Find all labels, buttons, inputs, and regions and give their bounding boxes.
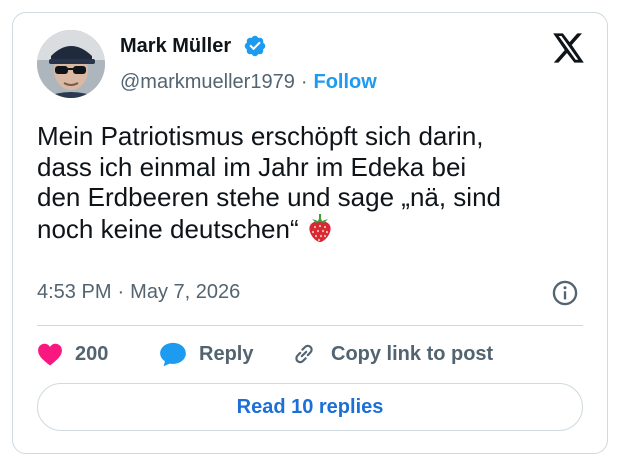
info-icon[interactable]	[551, 279, 579, 307]
avatar-image	[37, 30, 105, 98]
copy-link-label: Copy link to post	[331, 342, 494, 365]
reply-label: Reply	[199, 342, 254, 365]
divider	[37, 325, 583, 326]
reply-bubble-icon	[160, 342, 186, 367]
post-text-line: dass ich einmal im Jahr im Edeka bei	[37, 151, 467, 182]
copy-link-button[interactable]: Copy link to post	[289, 339, 493, 369]
post-text-line: noch keine deutschen“	[37, 213, 299, 244]
post-text-line: Mein Patriotismus erschöpft sich darin,	[37, 121, 484, 151]
avatar[interactable]	[37, 30, 105, 98]
strawberry-emoji-icon	[309, 213, 331, 242]
read-replies-button[interactable]: Read 10 replies	[37, 383, 583, 431]
post-date: May 7, 2026	[130, 281, 241, 303]
post-card: Mark Müller @markmueller1979 · Follow Mein…	[12, 12, 608, 454]
handle-row: @markmueller1979 · Follow	[120, 71, 377, 94]
heart-icon	[38, 343, 62, 366]
link-icon	[295, 344, 313, 364]
post-text: Mein Patriotismus erschöpft sich darin, …	[37, 121, 577, 244]
timestamp[interactable]: 4:53 PM · May 7, 2026	[37, 281, 240, 304]
like-count: 200	[75, 342, 109, 365]
x-logo-icon[interactable]	[553, 33, 585, 63]
author-display-name[interactable]: Mark Müller	[120, 35, 231, 58]
post-text-line: den Erdbeeren stehe und sage „nä, sind	[37, 182, 502, 212]
post-text-line-last: noch keine deutschen“	[37, 213, 577, 245]
follow-button[interactable]: Follow	[314, 71, 377, 93]
separator-dot: ·	[300, 71, 308, 93]
separator-dot: ·	[117, 281, 125, 303]
like-button[interactable]: 200	[37, 339, 108, 369]
post-time: 4:53 PM	[37, 281, 112, 303]
author-handle[interactable]: @markmueller1979	[120, 71, 295, 93]
verified-badge-icon	[244, 35, 266, 57]
reply-button[interactable]: Reply	[159, 339, 253, 369]
